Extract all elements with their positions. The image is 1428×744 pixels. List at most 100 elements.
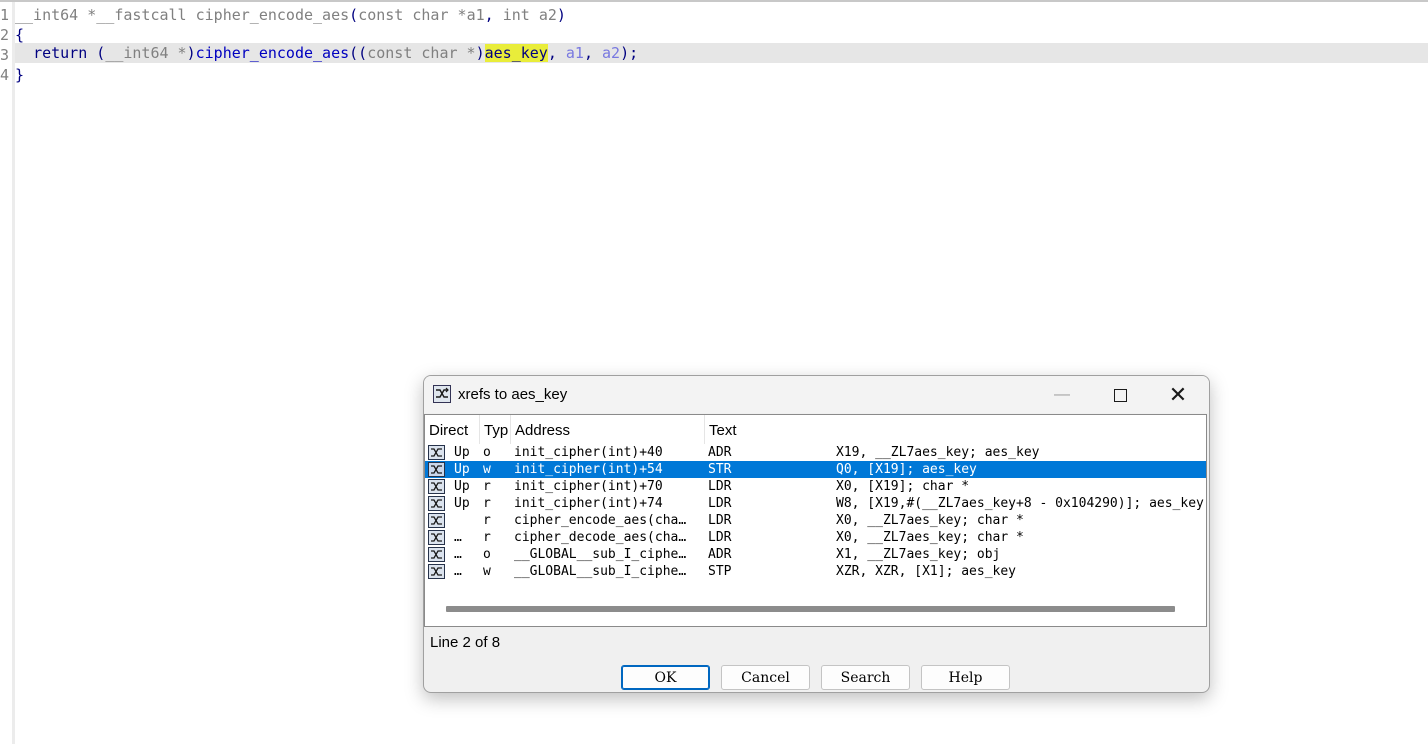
cell-mnemonic: LDR (708, 530, 732, 545)
ok-button[interactable]: OK (621, 665, 710, 690)
called-function[interactable]: cipher_encode_aes (196, 44, 350, 62)
keyword-return: return (33, 44, 88, 62)
cell-mnemonic: LDR (708, 513, 732, 528)
cell-address: __GLOBAL__sub_I_ciphe… (514, 564, 687, 579)
cell-type: r (483, 530, 491, 545)
highlighted-identifier[interactable]: aes_key (484, 44, 548, 62)
cell-address: cipher_encode_aes(cha… (514, 513, 687, 528)
argument[interactable]: a1 (566, 44, 584, 62)
help-button[interactable]: Help (921, 665, 1010, 690)
cell-direction: Up (454, 496, 470, 511)
param-type: const char * (358, 6, 467, 24)
code-line-close-brace[interactable]: } (15, 65, 24, 85)
xref-icon (428, 496, 445, 511)
brace: } (15, 66, 25, 84)
return-type: __int64 *__fastcall (15, 6, 196, 24)
cell-type: w (483, 564, 491, 579)
code-line-signature[interactable]: __int64 *__fastcall cipher_encode_aes(co… (15, 5, 566, 25)
cell-direction: … (454, 530, 462, 545)
cell-operands: W8, [X19,#(__ZL7aes_key+8 - 0x104290)]; … (836, 496, 1204, 511)
cell-direction: Up (454, 462, 470, 477)
column-header-direction[interactable]: Direct (425, 415, 480, 444)
table-row[interactable]: Up o init_cipher(int)+40 ADR X19, __ZL7aes_k… (425, 444, 1206, 461)
code-line-return[interactable]: return (__int64 *)cipher_encode_aes((con… (15, 43, 1428, 63)
line-number: 1 (0, 6, 10, 24)
xrefs-table[interactable]: Direct Typ Address Text Up o init_cipher(i… (424, 414, 1207, 627)
table-row[interactable]: Up r init_cipher(int)+70 LDR X0, [X19]; char… (425, 478, 1206, 495)
function-name[interactable]: cipher_encode_aes (196, 6, 350, 24)
maximize-button[interactable] (1091, 376, 1149, 413)
cancel-button[interactable]: Cancel (721, 665, 810, 690)
paren: ) (475, 44, 485, 62)
cell-operands: X19, __ZL7aes_key; aes_key (836, 445, 1040, 460)
column-header-text[interactable]: Text (705, 415, 1206, 444)
search-button[interactable]: Search (821, 665, 910, 690)
table-row[interactable]: r cipher_encode_aes(cha… LDR X0, __ZL7aes_k… (425, 512, 1206, 529)
column-header-address[interactable]: Address (511, 415, 705, 444)
cell-mnemonic: STR (708, 462, 732, 477)
argument[interactable]: a2 (602, 44, 620, 62)
xrefs-dialog: xrefs to aes_key — ✕ Direct Typ Address … (423, 375, 1210, 693)
table-row[interactable]: Up r init_cipher(int)+74 LDR W8, [X19,#(__ZL… (425, 495, 1206, 512)
cell-direction: … (454, 564, 462, 579)
paren: (( (349, 44, 368, 62)
cell-address: init_cipher(int)+74 (514, 496, 663, 511)
status-line: Line 2 of 8 (430, 634, 501, 651)
maximize-icon (1113, 388, 1127, 402)
separator: , (583, 44, 603, 62)
cell-operands: X1, __ZL7aes_key; obj (836, 547, 1001, 562)
line-number: 4 (0, 66, 10, 84)
cell-operands: X0, __ZL7aes_key; char * (836, 530, 1024, 545)
line-number: 2 (0, 26, 10, 44)
cell-mnemonic: LDR (708, 496, 732, 511)
cell-operands: X0, __ZL7aes_key; char * (836, 513, 1024, 528)
table-header: Direct Typ Address Text (425, 415, 1206, 444)
line-number-gutter: 1 2 3 4 (0, 2, 15, 744)
param-type: int (502, 6, 539, 24)
separator: , (547, 44, 566, 62)
cell-type: o (483, 547, 491, 562)
table-row[interactable]: … o __GLOBAL__sub_I_ciphe… ADR X1, __ZL7aes_… (425, 546, 1206, 563)
cell-type: w (483, 462, 491, 477)
code-line-open-brace[interactable]: { (15, 25, 24, 45)
close-button[interactable]: ✕ (1149, 376, 1207, 413)
xref-icon (433, 385, 451, 403)
cell-mnemonic: LDR (708, 479, 732, 494)
cell-type: r (483, 513, 491, 528)
line-number: 3 (0, 46, 10, 64)
paren: ( (96, 44, 106, 62)
cell-address: cipher_decode_aes(cha… (514, 530, 687, 545)
table-row[interactable]: … r cipher_decode_aes(cha… LDR X0, __ZL7aes_… (425, 529, 1206, 546)
cast-type: const char * (367, 44, 476, 62)
paren: ) (186, 44, 196, 62)
xref-icon (428, 530, 445, 545)
xref-icon (428, 462, 445, 477)
cell-operands: Q0, [X19]; aes_key (836, 462, 977, 477)
cell-address: init_cipher(int)+54 (514, 462, 663, 477)
window-top-border (0, 0, 1428, 2)
cell-address: init_cipher(int)+70 (514, 479, 663, 494)
cell-direction: … (454, 547, 462, 562)
param-name[interactable]: a1 (467, 6, 485, 24)
cell-operands: XZR, XZR, [X1]; aes_key (836, 564, 1017, 579)
xref-icon (428, 479, 445, 494)
cell-mnemonic: ADR (708, 547, 732, 562)
scrollbar-thumb[interactable] (446, 606, 1175, 612)
param-name[interactable]: a2 (539, 6, 557, 24)
table-row[interactable]: Up w init_cipher(int)+54 STR Q0, [X19]; aes_… (425, 461, 1206, 478)
xref-icon (428, 547, 445, 562)
minimize-button[interactable]: — (1033, 376, 1091, 413)
statement-end: ); (620, 44, 639, 62)
horizontal-scrollbar[interactable] (425, 601, 1206, 615)
table-row[interactable]: … w __GLOBAL__sub_I_ciphe… STP XZR, XZR, [X1… (425, 563, 1206, 580)
separator: , (484, 6, 503, 24)
cell-direction: Up (454, 479, 470, 494)
dialog-titlebar[interactable]: xrefs to aes_key — ✕ (424, 376, 1209, 413)
xref-icon (428, 445, 445, 460)
cell-type: r (483, 479, 491, 494)
column-header-type[interactable]: Typ (480, 415, 511, 444)
xref-icon (428, 513, 445, 528)
cell-mnemonic: ADR (708, 445, 732, 460)
